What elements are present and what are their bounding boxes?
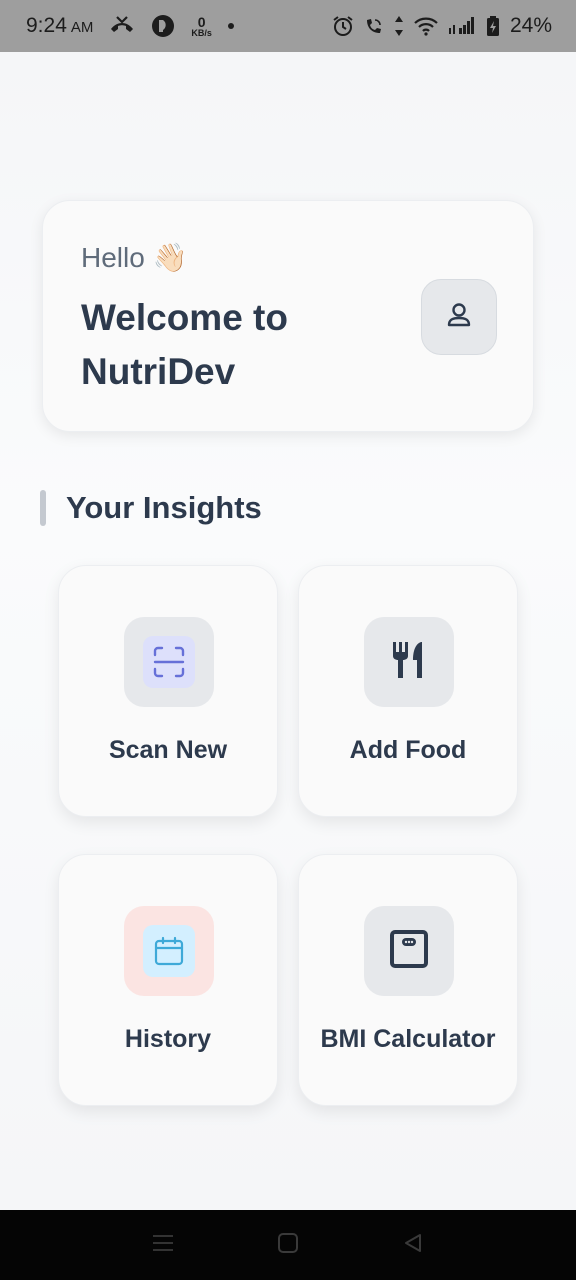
menu-button[interactable]	[143, 1225, 183, 1265]
missed-call-icon	[109, 15, 135, 37]
back-button[interactable]	[393, 1225, 433, 1265]
history-tile[interactable]: History	[58, 854, 278, 1106]
app-notification-icon	[151, 14, 175, 38]
menu-icon	[152, 1234, 174, 1257]
battery-percent: 24%	[509, 14, 552, 37]
wifi-call-icon	[364, 16, 384, 36]
tile-icon-box	[124, 906, 214, 996]
scan-icon	[143, 636, 195, 688]
scan-new-tile[interactable]: Scan New	[58, 565, 278, 817]
net-speed-unit: KB/s	[191, 27, 212, 38]
welcome-title: Welcome to NutriDev	[81, 297, 288, 392]
net-speed-value: 0	[197, 13, 206, 30]
calendar-icon	[143, 925, 195, 977]
notification-dot-icon	[227, 23, 234, 29]
battery-icon	[486, 15, 500, 37]
data-arrows-icon	[394, 15, 404, 37]
section-title: Your Insights	[66, 490, 262, 525]
main-content: Hello 👋🏻 Welcome to NutriDev Your Insigh…	[0, 52, 576, 1210]
back-triangle-icon	[402, 1232, 424, 1259]
add-food-tile[interactable]: Add Food	[298, 565, 518, 817]
tile-icon-box	[364, 617, 454, 707]
profile-button[interactable]	[421, 279, 497, 355]
bmi-calculator-tile[interactable]: BMI Calculator	[298, 854, 518, 1106]
utensils-icon	[387, 638, 431, 687]
net-speed: 0 KB/s	[191, 15, 212, 38]
time-text: 9:24	[26, 14, 67, 37]
tile-label: Add Food	[349, 736, 467, 764]
ampm-text: AM	[70, 19, 94, 36]
welcome-card: Hello 👋🏻 Welcome to NutriDev	[42, 200, 534, 432]
section-accent-bar	[40, 490, 46, 526]
home-button[interactable]	[268, 1225, 308, 1265]
home-square-icon	[277, 1232, 299, 1259]
scale-icon	[388, 928, 430, 975]
status-bar: 9:24 AM 0 KB/s 24%	[0, 0, 576, 52]
signal-icon	[448, 16, 476, 36]
tile-label: Scan New	[108, 736, 228, 764]
alarm-icon	[332, 15, 354, 37]
hello-text: Hello 👋🏻	[81, 242, 188, 273]
wifi-icon	[414, 16, 438, 36]
tile-label: BMI Calculator	[320, 1025, 496, 1053]
user-icon	[444, 300, 474, 335]
system-nav-bar	[0, 1210, 576, 1280]
tile-icon-box	[124, 617, 214, 707]
status-time: 9:24 AM	[26, 14, 93, 38]
tile-label: History	[124, 1025, 212, 1053]
tile-icon-box	[364, 906, 454, 996]
